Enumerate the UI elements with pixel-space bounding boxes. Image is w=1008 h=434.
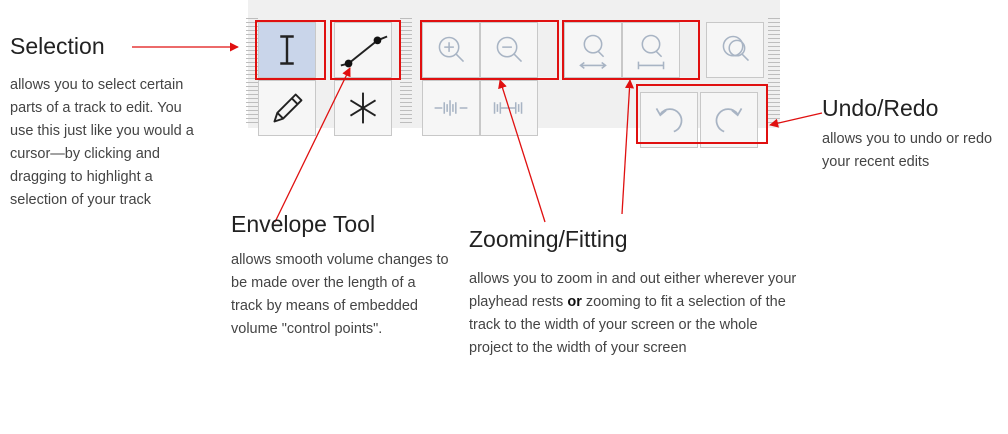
- zoom-description-or: or: [567, 294, 582, 310]
- selection-title: Selection: [10, 33, 105, 59]
- undo-redo-title: Undo/Redo: [822, 95, 939, 121]
- zoom-description: allows you to zoom in and out either whe…: [469, 268, 804, 360]
- envelope-description: allows smooth volume changes to be made …: [231, 252, 449, 337]
- undo-redo-arrow: [769, 112, 823, 128]
- envelope-title: Envelope Tool: [231, 211, 376, 237]
- selection-description: allows you to select certain parts of a …: [10, 77, 194, 208]
- undo-redo-description: allows you to undo or redo your recent e…: [822, 131, 993, 170]
- envelope-arrow: [274, 67, 351, 223]
- fit-arrow: [621, 79, 635, 215]
- zoom-title: Zooming/Fitting: [469, 226, 628, 252]
- connector-arrows: [132, 42, 823, 223]
- zoom-arrow: [498, 79, 546, 223]
